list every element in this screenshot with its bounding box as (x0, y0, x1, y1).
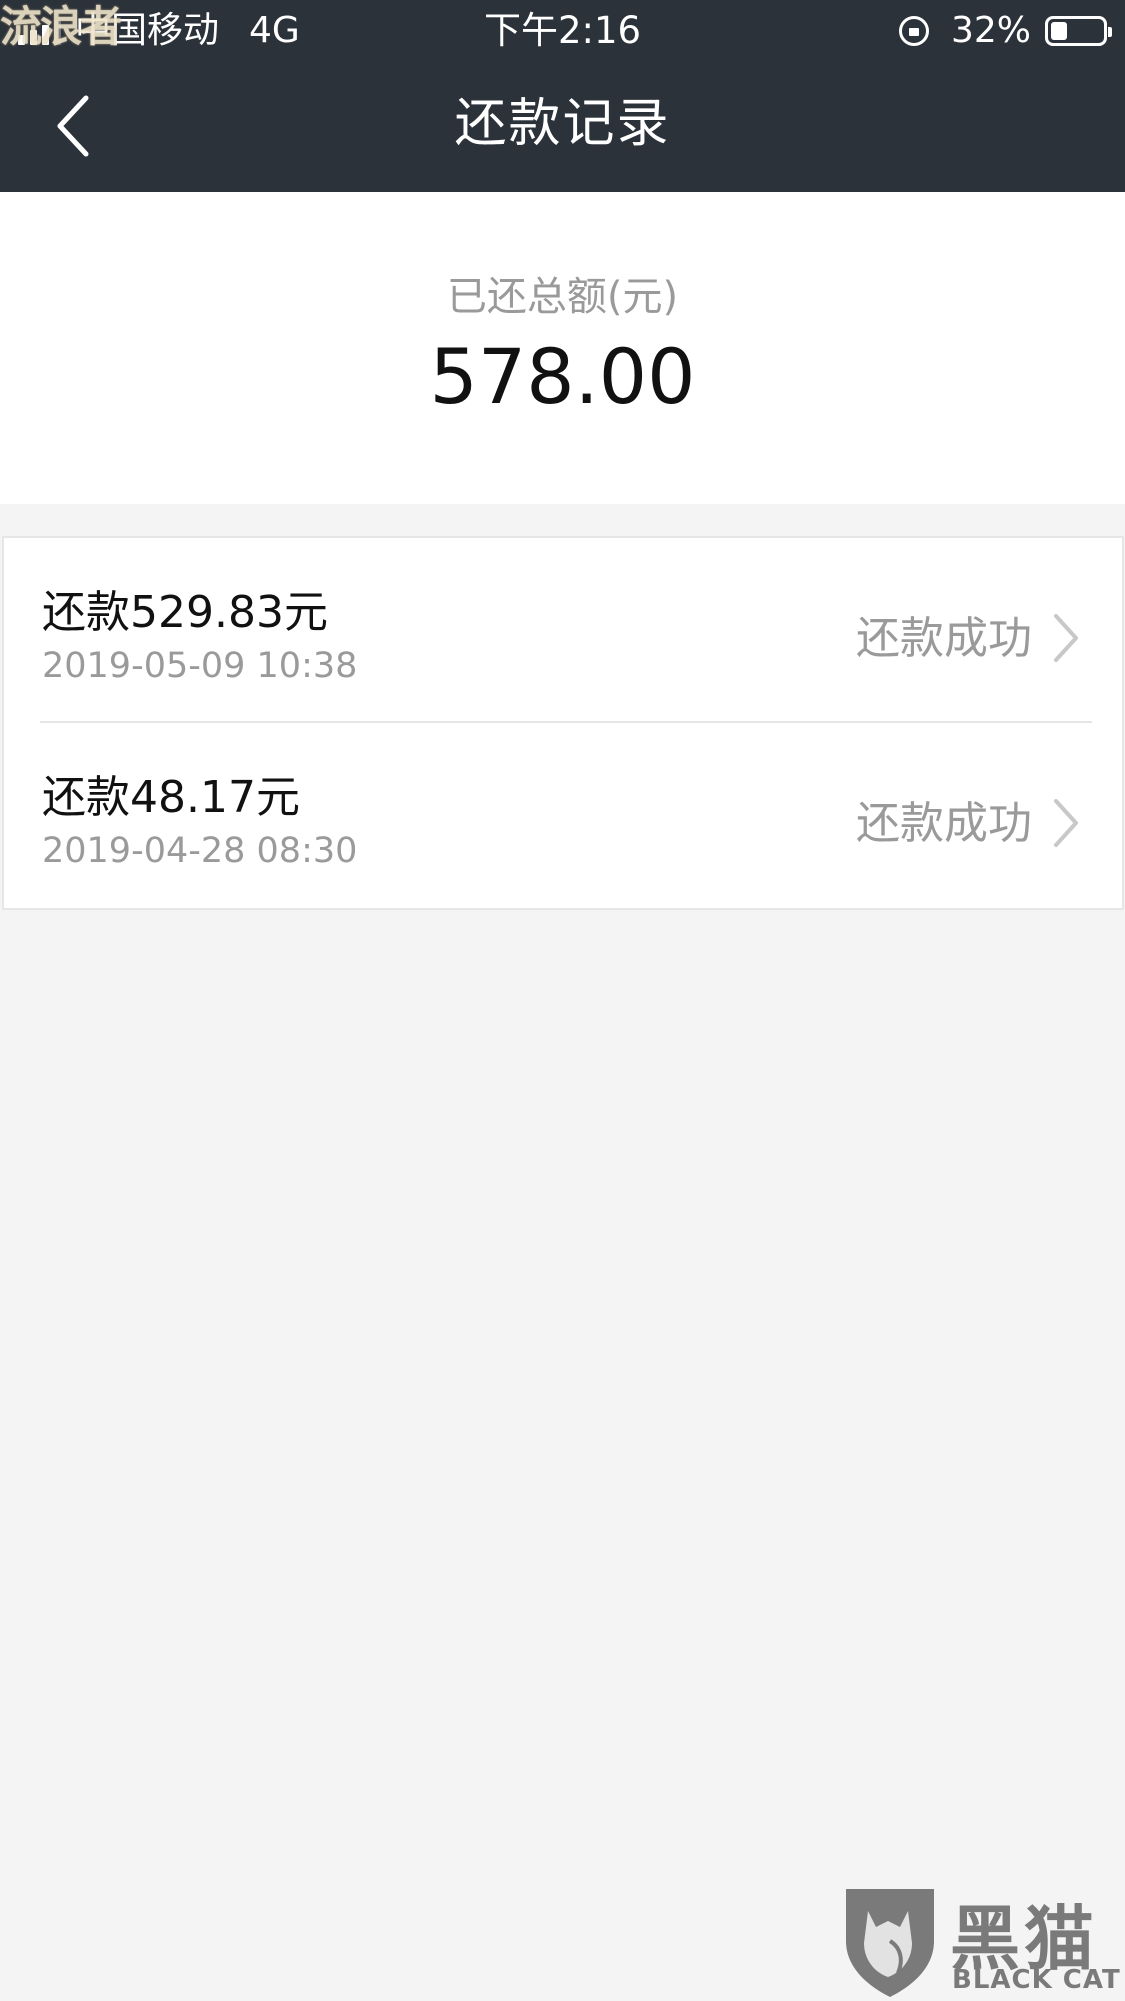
record-status: 还款成功 (856, 613, 1032, 664)
record-row[interactable]: 还款48.17元 2019-04-28 08:30 还款成功 (4, 723, 1122, 908)
logo-en-text: BLACK CAT (952, 1965, 1121, 1995)
battery-percentage: 32% (950, 10, 1031, 51)
record-title: 还款529.83元 (42, 587, 328, 638)
rotation-lock-icon (898, 16, 929, 46)
status-bar: 中国移动 4G 下午2:16 32% 流浪者 (0, 0, 1125, 62)
repayment-summary: 已还总额(元) 578.00 (0, 192, 1125, 504)
total-repaid-label: 已还总额(元) (446, 274, 679, 320)
record-datetime: 2019-05-09 10:38 (42, 646, 358, 686)
record-datetime: 2019-04-28 08:30 (42, 831, 358, 871)
record-status: 还款成功 (856, 798, 1032, 849)
repayment-record-list: 还款529.83元 2019-05-09 10:38 还款成功 还款48.17元… (2, 536, 1124, 910)
page-title: 还款记录 (454, 94, 671, 154)
total-repaid-amount: 578.00 (429, 332, 696, 421)
record-row[interactable]: 还款529.83元 2019-05-09 10:38 还款成功 (4, 538, 1122, 723)
battery-fill (1051, 22, 1067, 40)
battery-icon (1045, 16, 1112, 46)
record-title: 还款48.17元 (42, 772, 300, 823)
app-header: 中国移动 4G 下午2:16 32% 流浪者 还款记录 (0, 0, 1125, 192)
overlay-watermark: 流浪者 (0, 2, 122, 51)
chevron-right-icon (1054, 799, 1078, 847)
navigation-bar: 还款记录 (0, 62, 1125, 192)
cat-shield-icon (846, 1889, 934, 1997)
chevron-right-icon (1054, 614, 1078, 662)
status-right: 32% (898, 0, 1112, 62)
blackcat-watermark: 黑猫 BLACK CAT (838, 1881, 1123, 2001)
